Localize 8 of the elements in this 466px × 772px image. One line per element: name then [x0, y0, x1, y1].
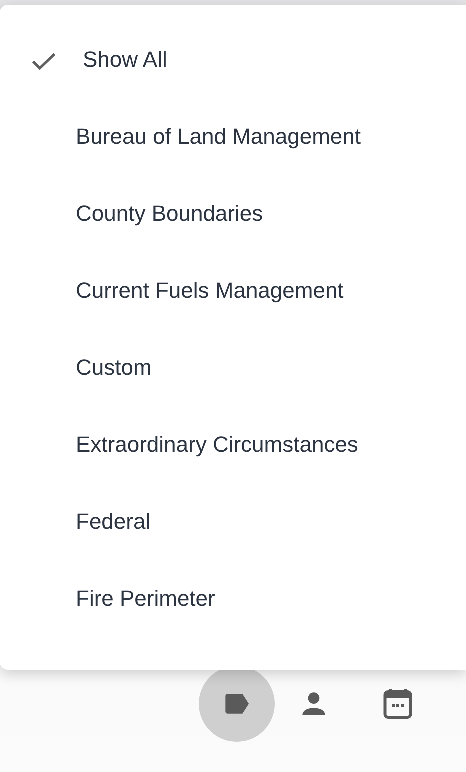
menu-item[interactable]: Extraordinary Circumstances: [0, 406, 466, 483]
menu-item[interactable]: Bureau of Land Management: [0, 98, 466, 175]
menu-item[interactable]: Current Fuels Management: [0, 252, 466, 329]
menu-item[interactable]: County Boundaries: [0, 175, 466, 252]
menu-item[interactable]: Fire Perimeter: [0, 560, 466, 637]
menu-item[interactable]: Show All: [0, 21, 466, 98]
menu-item[interactable]: Federal: [0, 483, 466, 560]
menu-item[interactable]: Custom: [0, 329, 466, 406]
